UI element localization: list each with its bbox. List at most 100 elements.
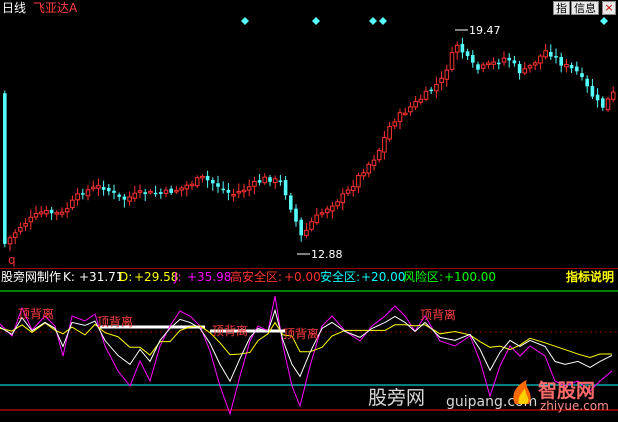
candle-body — [64, 208, 70, 213]
risk-label: 风险区: — [403, 270, 444, 284]
candle-body — [345, 189, 351, 194]
candle-body — [127, 196, 132, 202]
candle-body — [28, 216, 34, 223]
high-safe-value: +0.00 — [284, 270, 321, 284]
high-price-label: 19.47 — [469, 24, 501, 37]
candle-body — [429, 89, 433, 92]
candle-body — [366, 163, 372, 174]
candle-body — [96, 185, 101, 189]
candle-body — [143, 192, 147, 195]
low-price-label: 12.88 — [311, 248, 343, 261]
candle-body — [90, 186, 96, 190]
candle-body — [356, 174, 361, 188]
candle-body — [590, 85, 595, 97]
candle-body — [408, 106, 413, 113]
candle-body — [330, 205, 335, 212]
j-label: J: — [174, 270, 182, 284]
candle-body — [18, 227, 23, 232]
candle-body — [200, 175, 205, 179]
risk-value: +100.00 — [444, 270, 497, 284]
diamond-marker — [369, 17, 377, 25]
candle-body — [387, 126, 392, 140]
candle-body — [569, 64, 574, 69]
candle-body — [371, 159, 377, 166]
candle-body — [54, 212, 60, 215]
candle-body — [543, 50, 548, 58]
candle-body — [153, 192, 158, 195]
candle-body — [595, 94, 600, 101]
candle-body — [491, 61, 496, 65]
candle-body — [184, 184, 190, 190]
candle-body — [70, 199, 75, 209]
candle-body — [137, 190, 143, 193]
candle-body — [575, 66, 579, 72]
candle-body — [471, 55, 475, 63]
candle-body — [59, 211, 65, 215]
candle-body — [476, 64, 480, 70]
watermark-site2-en: zhiyue.com — [540, 399, 609, 413]
candle-body — [236, 190, 242, 194]
candle-body — [194, 177, 200, 187]
candle-body — [580, 73, 584, 77]
candle-body — [163, 189, 169, 194]
divergence-label: 顶背离 — [18, 306, 54, 321]
marker-q: q — [8, 253, 16, 267]
candle-body — [444, 69, 450, 80]
candle-body — [179, 187, 184, 191]
candle-body — [465, 51, 470, 57]
candle-body — [216, 183, 220, 187]
candle-body — [376, 149, 382, 161]
candle-body — [252, 181, 257, 187]
candle-body — [107, 187, 111, 192]
candle-body — [132, 192, 138, 199]
k-label: K: — [63, 270, 75, 284]
candle-body — [44, 209, 49, 215]
candle-body — [231, 193, 236, 197]
diamond-marker — [241, 17, 249, 25]
safe-value: +20.00 — [361, 270, 406, 284]
candle-body — [117, 194, 121, 197]
candle-body — [23, 223, 28, 227]
k-line — [0, 308, 613, 383]
candle-body — [454, 44, 460, 53]
chart-window: 日线 飞亚达A 指 信息 × 19.47 12.88 q 股旁网制作 K: +3… — [0, 0, 618, 422]
indicator-title: 股旁网制作 — [1, 270, 62, 284]
candle-body — [75, 193, 80, 201]
candle-body — [392, 121, 398, 127]
candle-body — [241, 189, 247, 193]
divergence-label: 顶背离 — [97, 314, 133, 329]
candle-body — [81, 193, 85, 195]
candlesticks — [3, 37, 616, 252]
indicator-bar: 股旁网制作 K: +31.71 D: +29.58 J: +35.98 高安全区… — [0, 270, 618, 286]
candle-body — [564, 63, 569, 68]
diamond-marker — [600, 17, 608, 25]
d-label: D: — [119, 270, 133, 284]
candle-body — [340, 193, 346, 204]
candle-body — [402, 112, 408, 116]
k-value: +31.71 — [79, 270, 124, 284]
candle-body — [423, 90, 429, 100]
candle-body — [501, 57, 507, 63]
candle-body — [262, 176, 268, 184]
candle-body — [159, 192, 163, 194]
candle-body — [549, 51, 553, 57]
diamond-marker — [379, 17, 387, 25]
candle-body — [517, 64, 522, 74]
diamond-marker — [312, 17, 320, 25]
high-safe-label: 高安全区: — [230, 270, 283, 284]
candle-body — [350, 186, 356, 191]
candle-body — [309, 221, 314, 230]
candle-body — [85, 189, 91, 197]
indicator-help-button[interactable]: 指标说明 — [566, 270, 614, 284]
candle-body — [122, 196, 127, 200]
candle-body — [497, 62, 501, 65]
candle-body — [585, 78, 589, 87]
divergence-label: 顶背离 — [283, 326, 319, 341]
divergence-label: 顶背离 — [420, 307, 456, 322]
divergence-label: 顶背离 — [212, 323, 248, 338]
candle-body — [527, 65, 533, 69]
price-chart[interactable]: 19.47 12.88 q — [0, 0, 618, 268]
candle-body — [3, 93, 7, 244]
candle-body — [361, 172, 366, 177]
candle-body — [112, 190, 116, 193]
